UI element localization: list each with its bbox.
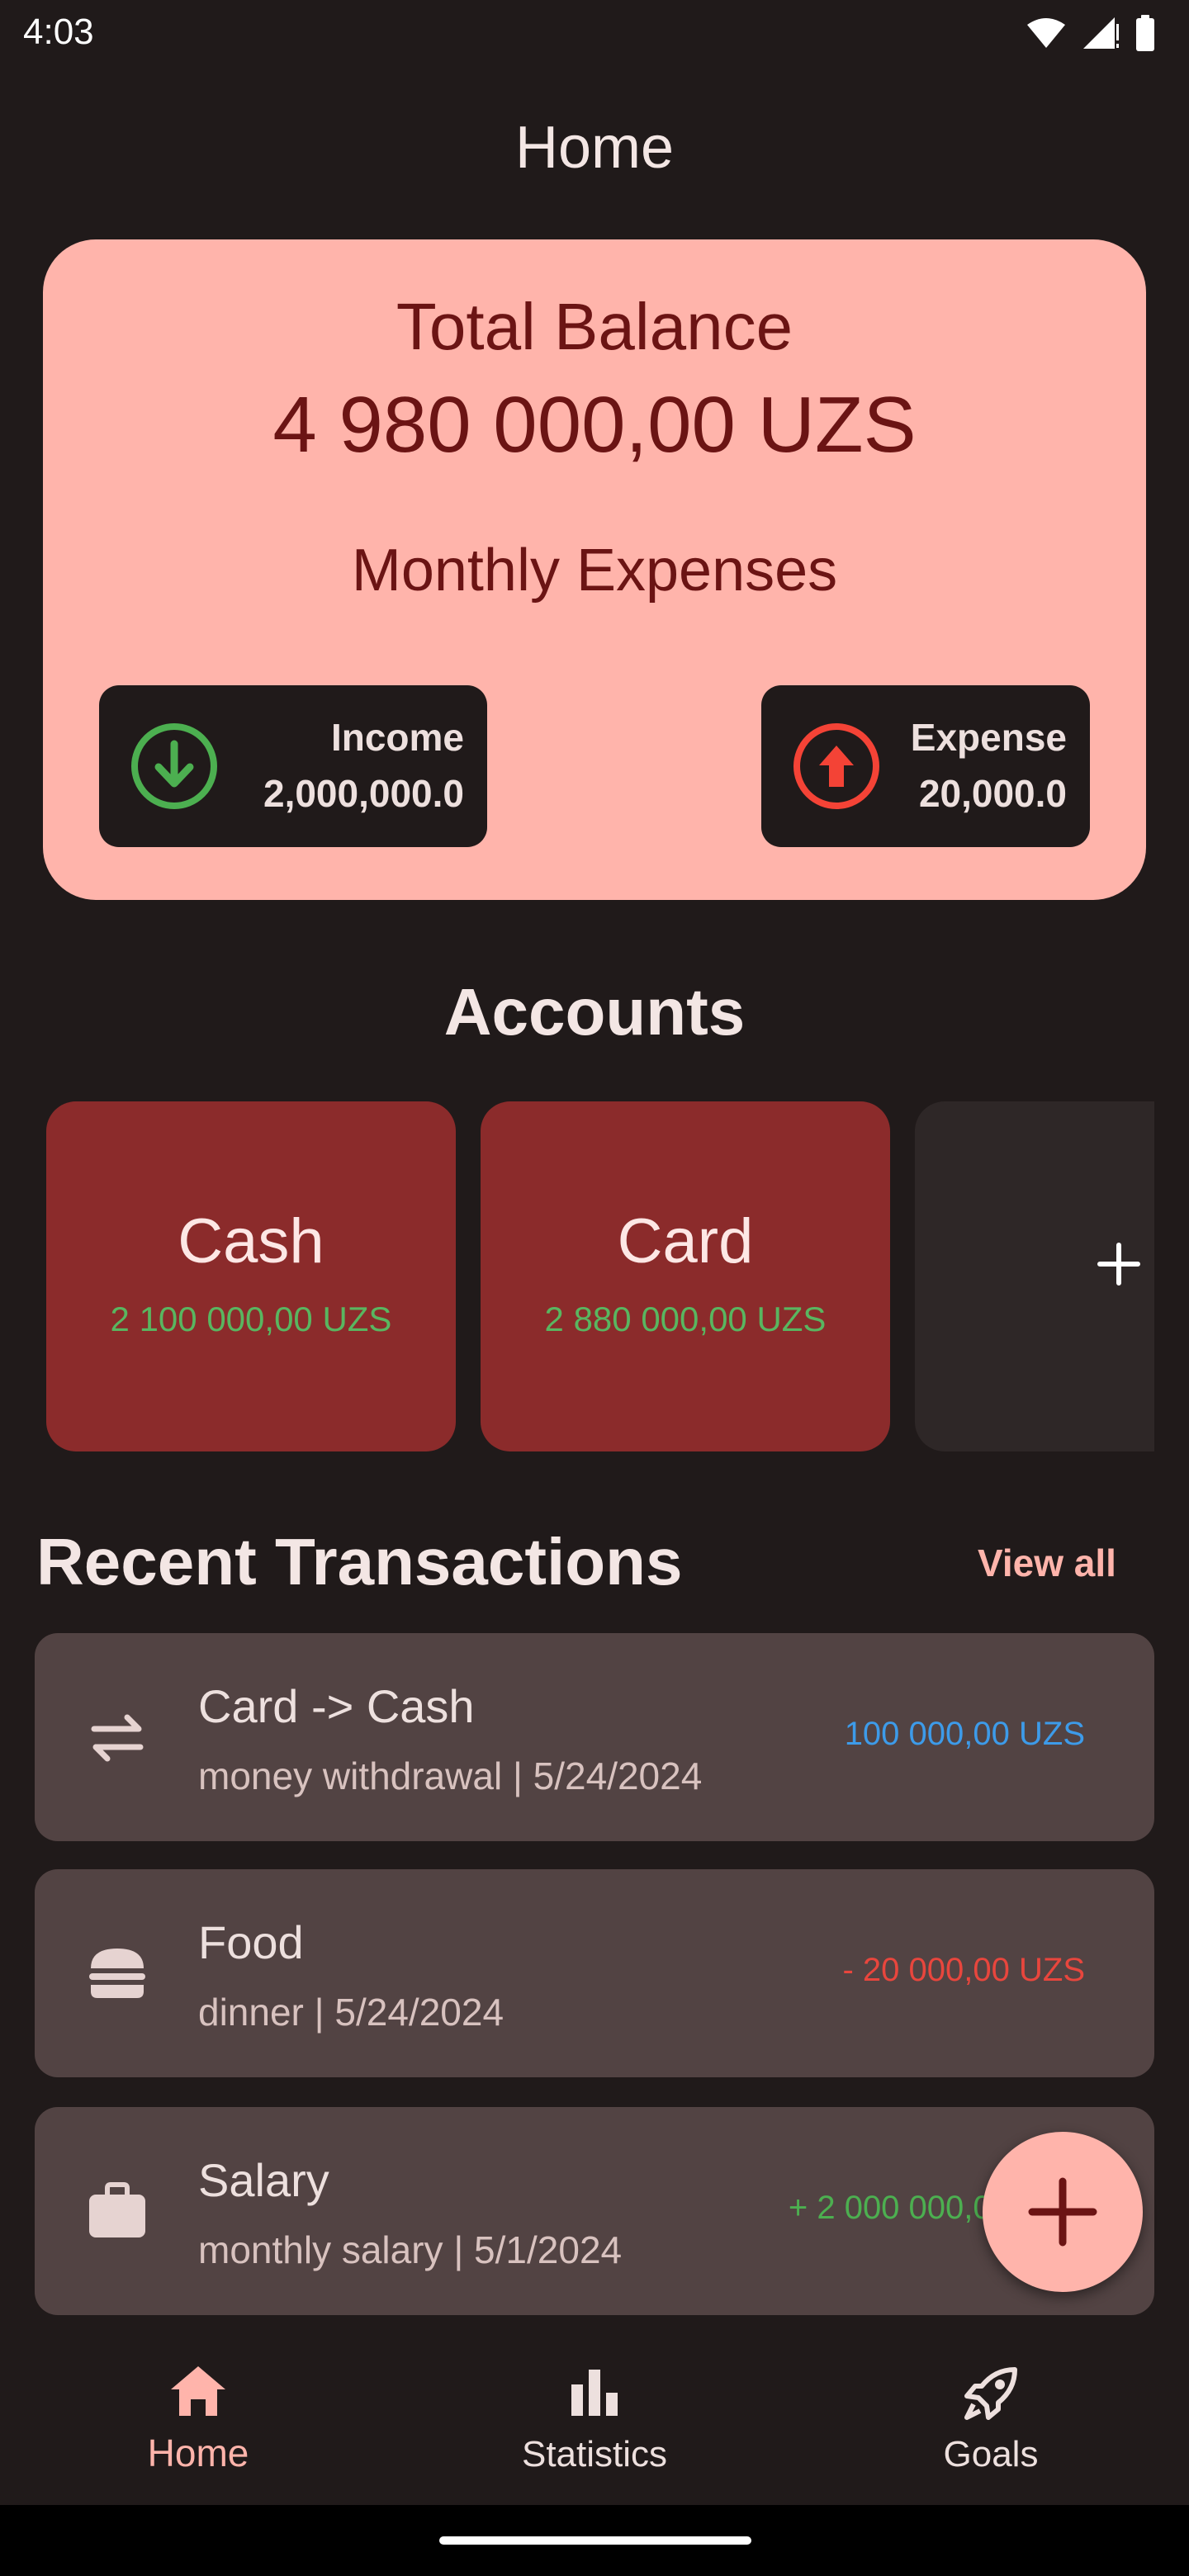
account-name: Card (617, 1206, 754, 1276)
nav-label: Goals (943, 2434, 1039, 2474)
home-icon (171, 2366, 225, 2416)
add-transaction-fab[interactable] (983, 2132, 1143, 2292)
accounts-title: Accounts (443, 975, 746, 1049)
account-name: Cash (178, 1206, 324, 1276)
transaction-amount: 100 000,00 UZS (844, 1716, 1085, 1752)
nav-label: Statistics (521, 2434, 668, 2474)
expense-label: Expense (910, 716, 1067, 759)
plus-icon (1097, 1243, 1140, 1286)
burger-icon (89, 1949, 145, 1998)
nav-goals[interactable]: Goals (793, 2328, 1189, 2505)
nav-icon-wrap (553, 2365, 636, 2431)
total-balance-amount: 4 980 000,00 UZS (272, 381, 917, 469)
transfer-icon (91, 1714, 144, 1762)
nav-statistics[interactable]: Statistics (396, 2328, 793, 2505)
rocket-icon (964, 2367, 1017, 2420)
income-amount: 2,000,000.0 (263, 772, 464, 815)
page-title: Home (514, 115, 675, 181)
arrow-up-circle-icon (793, 723, 879, 809)
transaction-amount: - 20 000,00 UZS (842, 1952, 1086, 1988)
bar-chart-icon (571, 2370, 618, 2416)
transaction-subtitle: money withdrawal | 5/24/2024 (198, 1754, 703, 1797)
status-icons (1026, 15, 1156, 51)
transaction-title: Salary (198, 2154, 329, 2206)
bottom-navigation: Home Statistics Goals (0, 2328, 1189, 2505)
signal-icon (1083, 17, 1119, 49)
expense-amount: 20,000.0 (918, 772, 1067, 815)
plus-icon (1028, 2177, 1097, 2247)
add-account-button[interactable] (915, 1101, 1154, 1451)
briefcase-icon (89, 2182, 145, 2237)
status-time: 4:03 (23, 12, 94, 52)
wifi-icon (1027, 18, 1065, 48)
transaction-subtitle: dinner | 5/24/2024 (198, 1991, 504, 2034)
nav-icon-wrap (950, 2365, 1032, 2431)
account-balance: 2 880 000,00 UZS (544, 1300, 827, 1338)
income-label: Income (330, 716, 464, 759)
recent-transactions-title: Recent Transactions (36, 1525, 683, 1598)
battery-icon (1136, 15, 1154, 51)
account-card-card[interactable]: Card 2 880 000,00 UZS (481, 1101, 890, 1451)
nav-icon-wrap (157, 2365, 239, 2431)
expense-summary: Expense 20,000.0 (761, 685, 1090, 847)
balance-card: Total Balance 4 980 000,00 UZS Monthly E… (43, 239, 1146, 900)
nav-home[interactable]: Home (0, 2328, 396, 2505)
arrow-down-circle-icon (131, 723, 217, 809)
transaction-subtitle: monthly salary | 5/1/2024 (198, 2228, 623, 2271)
view-all-link[interactable]: View all (978, 1541, 1116, 1585)
home-indicator[interactable] (439, 2536, 751, 2545)
total-balance-label: Total Balance (396, 290, 793, 363)
transaction-title: Card -> Cash (198, 1680, 475, 1732)
transaction-item[interactable]: Card -> Cash money withdrawal | 5/24/202… (35, 1633, 1154, 1841)
transaction-item[interactable]: Food dinner | 5/24/2024 - 20 000,00 UZS (35, 1869, 1154, 2077)
transaction-title: Food (198, 1916, 304, 1968)
account-card-cash[interactable]: Cash 2 100 000,00 UZS (46, 1101, 456, 1451)
income-summary: Income 2,000,000.0 (99, 685, 487, 847)
nav-label: Home (147, 2432, 249, 2474)
monthly-expenses-label: Monthly Expenses (351, 537, 838, 604)
account-balance: 2 100 000,00 UZS (110, 1300, 392, 1338)
